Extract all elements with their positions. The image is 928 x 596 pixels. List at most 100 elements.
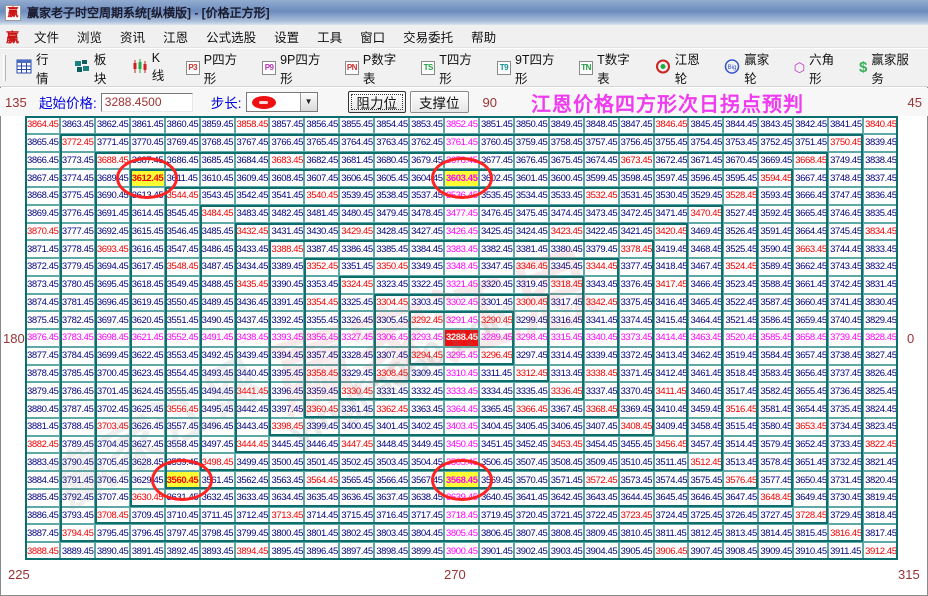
price-cell: 3427.45	[409, 222, 445, 241]
toolbar-button-sectors-blocks[interactable]: 板块	[69, 46, 121, 90]
price-cell: 3482.45	[269, 204, 305, 223]
price-cell: 3826.45	[863, 364, 898, 383]
price-cell: 3417.45	[653, 275, 689, 294]
price-cell: 3464.45	[688, 311, 724, 330]
price-cell: 3457.45	[688, 435, 724, 454]
menu-item[interactable]: 资讯	[111, 25, 154, 48]
price-cell: 3590.45	[758, 240, 794, 259]
price-cell: 3610.45	[199, 169, 235, 188]
price-cell: 3389.45	[269, 258, 305, 276]
price-cell: 3698.45	[94, 329, 130, 347]
price-cell: 3369.45	[618, 400, 654, 418]
price-cell: 3539.45	[339, 187, 375, 205]
toolbar-button-t-square[interactable]: TS T四方形	[416, 46, 486, 90]
menu-item[interactable]: 工具	[308, 25, 351, 48]
price-cell: 3409.45	[653, 417, 689, 436]
toolbar-drag-handle[interactable]	[3, 54, 6, 81]
price-cell: 3757.45	[583, 133, 619, 152]
price-cell: 3721.45	[548, 506, 584, 525]
price-cell: 3469.45	[688, 222, 724, 241]
toolbar-button-p-square[interactable]: P3 P四方形	[181, 46, 251, 90]
price-cell: 3685.45	[199, 151, 235, 170]
price-cell: 3659.45	[793, 311, 829, 330]
toolbar-button-market-grid[interactable]: 行情	[11, 46, 63, 90]
toolbar-button-p-number-table[interactable]: PN P数字表	[340, 46, 410, 90]
price-cell: 3577.45	[758, 471, 794, 489]
price-cell: 3649.45	[793, 488, 829, 507]
price-cell: 3568.45	[444, 471, 479, 489]
price-cell: 3644.45	[618, 488, 654, 507]
price-cell: 3702.45	[94, 400, 130, 418]
price-cell: 3750.45	[828, 133, 864, 152]
price-cell: 3606.45	[339, 169, 375, 188]
price-cell: 3562.45	[234, 471, 270, 489]
price-cell: 3910.45	[793, 542, 829, 560]
price-cell: 3540.45	[304, 187, 340, 205]
price-cell: 3387.45	[304, 240, 340, 259]
menu-item[interactable]: 帮助	[462, 25, 505, 48]
toolbar-button-winner-wheel[interactable]: Big 赢家轮	[719, 46, 783, 90]
price-cell: 3456.45	[653, 435, 689, 454]
menu-item[interactable]: 江恩	[154, 25, 197, 48]
price-cell: 3570.45	[513, 471, 549, 489]
price-cell: 3895.45	[269, 542, 305, 560]
price-cell: 3364.45	[444, 400, 479, 418]
price-cell: 3485.45	[199, 222, 235, 241]
price-cell: 3904.45	[583, 542, 619, 560]
resistance-button[interactable]: 阻力位	[347, 91, 407, 113]
price-cell: 3812.45	[688, 524, 724, 543]
price-cell: 3339.45	[583, 346, 619, 365]
price-cell: 3523.45	[723, 275, 759, 294]
price-cell: 3894.45	[234, 542, 270, 560]
price-cell: 3438.45	[234, 329, 270, 347]
menu-item[interactable]: 设置	[265, 25, 308, 48]
price-cell: 3764.45	[339, 133, 375, 152]
toolbar-button-nine-p-square[interactable]: P9 9P四方形	[257, 46, 334, 90]
dropdown-arrow-icon[interactable]: ▼	[299, 93, 317, 111]
price-cell: 3315.45	[548, 329, 584, 347]
price-cell: 3398.45	[269, 417, 305, 436]
price-cell: 3505.45	[444, 453, 479, 472]
price-cell: 3859.45	[199, 116, 235, 134]
price-cell: 3737.45	[828, 364, 864, 383]
toolbar-button-kline-candles[interactable]: K线	[127, 48, 175, 87]
price-cell: 3425.45	[478, 222, 514, 241]
price-cell: 3312.45	[513, 364, 549, 383]
price-cell: 3603.45	[444, 169, 479, 188]
price-cell: 3752.45	[758, 133, 794, 152]
toolbar-button-t-number-table[interactable]: TN T数字表	[574, 46, 644, 90]
toolbar-button-nine-t-square[interactable]: T9 9T四方形	[492, 46, 568, 90]
menu-item[interactable]: 交易委托	[394, 25, 462, 48]
price-cell: 3358.45	[304, 364, 340, 383]
price-cell: 3810.45	[618, 524, 654, 543]
price-cell: 3626.45	[129, 417, 165, 436]
toolbar-button-hexagon[interactable]: ⬡ 六角形	[789, 46, 848, 90]
price-cell: 3684.45	[234, 151, 270, 170]
price-cell: 3616.45	[129, 240, 165, 259]
menu-item[interactable]: 窗口	[351, 25, 394, 48]
menu-item[interactable]: 公式选股	[197, 25, 265, 48]
price-cell: 3843.45	[758, 116, 794, 134]
menu-item[interactable]: 文件	[25, 25, 68, 48]
price-cell: 3592.45	[758, 204, 794, 223]
support-button[interactable]: 支撑位	[410, 91, 469, 113]
price-cell: 3827.45	[863, 346, 898, 365]
menu-item[interactable]: 浏览	[68, 25, 111, 48]
price-cell: 3716.45	[374, 506, 410, 525]
price-cell: 3862.45	[94, 116, 130, 134]
price-cell: 3736.45	[828, 382, 864, 401]
toolbar-button-service-dollar[interactable]: $ 赢家服务	[854, 46, 922, 90]
price-cell: 3415.45	[653, 311, 689, 330]
price-cell: 3729.45	[828, 506, 864, 525]
price-square-grid: 3864.45 3863.45 3862.45 3861.45 3860.45 3859.…	[25, 116, 898, 560]
price-cell: 3695.45	[94, 275, 130, 294]
start-price-input[interactable]	[100, 92, 193, 112]
service-dollar-icon: $	[859, 58, 868, 76]
step-dropdown[interactable]: ▼	[245, 92, 318, 112]
price-cell: 3344.45	[583, 258, 619, 276]
price-cell: 3710.45	[164, 506, 200, 525]
toolbar-button-gann-wheel[interactable]: 江恩轮	[650, 46, 714, 90]
price-cell: 3363.45	[409, 400, 445, 418]
title-bar[interactable]: 赢 赢家老子时空周期系统[纵横版] - [价格正方形]	[0, 0, 928, 25]
price-cell: 3907.45	[688, 542, 724, 560]
